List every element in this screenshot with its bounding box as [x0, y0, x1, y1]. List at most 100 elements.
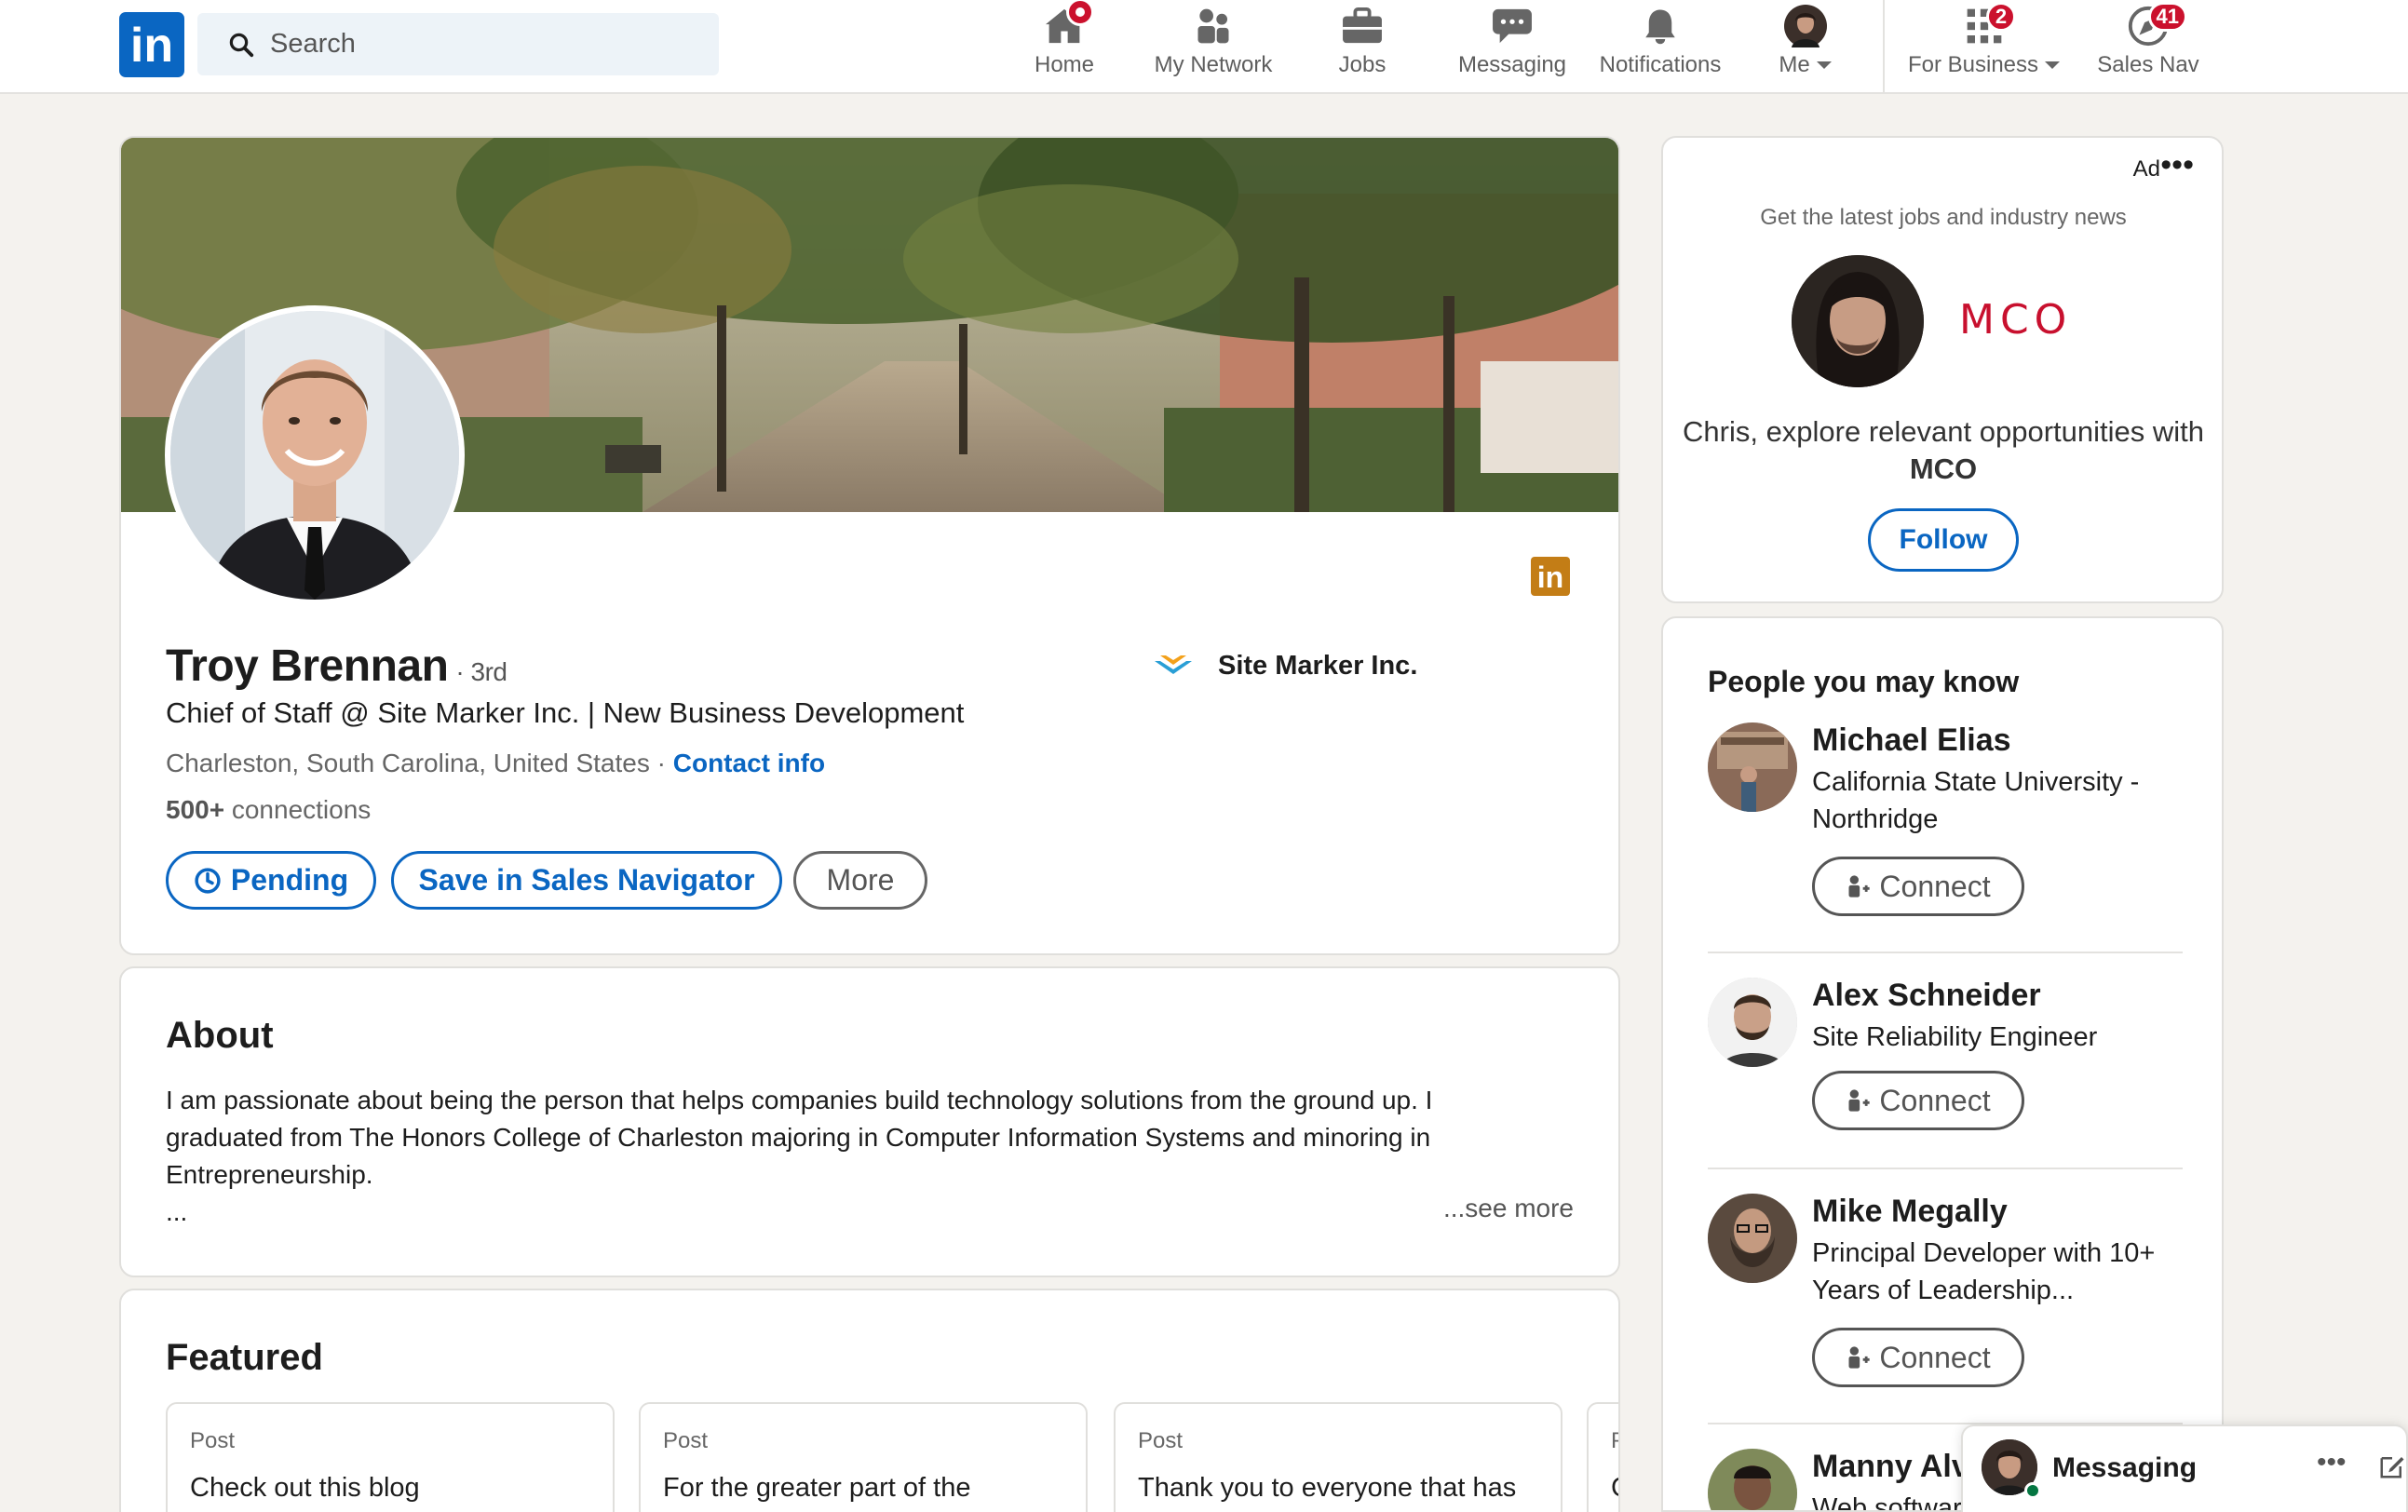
pending-button[interactable]: Pending [166, 851, 376, 910]
add-person-icon [1848, 1089, 1871, 1112]
separator [1708, 1168, 2183, 1169]
profile-headline: Chief of Staff @ Site Marker Inc. | New … [166, 696, 965, 729]
avatar [1781, 4, 1830, 48]
chevron-down-icon [2045, 61, 2061, 69]
about-text: I am passionate about being the person t… [166, 1082, 1544, 1231]
nav-label: For Business [1907, 52, 2039, 77]
ad-user-avatar [1792, 255, 1924, 387]
person-avatar[interactable] [1708, 722, 1797, 812]
person-name[interactable]: Alex Schneider [1812, 978, 2041, 1014]
nav-label: Messaging [1457, 52, 1567, 77]
profile-location: Charleston, South Carolina, United State… [166, 749, 650, 777]
post-text: Check out this blog [190, 1473, 420, 1503]
profile-location-row: Charleston, South Carolina, United State… [166, 749, 825, 778]
featured-post[interactable]: P C [1587, 1402, 1618, 1512]
person-title: California State University - Northridge [1812, 767, 2140, 834]
connect-button[interactable]: Connect [1812, 1071, 2024, 1130]
pending-label: Pending [230, 863, 349, 897]
post-text: For the greater part of the [663, 1473, 971, 1503]
person-suggestion: Michael Elias California State Universit… [1708, 722, 2183, 927]
person-title: Site Reliability Engineer [1812, 1022, 2098, 1052]
company-name: Site Marker Inc. [1218, 650, 1418, 681]
notification-dot [1066, 0, 1094, 26]
people-you-may-know-card: People you may know Michael Elias Califo… [1661, 616, 2224, 1512]
current-company[interactable]: Site Marker Inc. [1153, 650, 1417, 682]
follow-button[interactable]: Follow [1868, 508, 2019, 572]
featured-card: Featured Post Check out this blog Post F… [119, 1289, 1620, 1512]
person-title: Principal Developer with 10+ Years of Le… [1812, 1238, 2156, 1305]
separator [1708, 952, 2183, 953]
connect-label: Connect [1879, 1340, 1991, 1374]
ad-subtitle: Get the latest jobs and industry news [1760, 205, 2127, 230]
nav-label: Sales Nav [2097, 52, 2199, 77]
ad-label: Ad [2132, 156, 2160, 182]
search-input[interactable] [270, 29, 698, 60]
nav-messaging[interactable]: Messaging [1449, 4, 1576, 89]
compose-message-icon[interactable] [2378, 1452, 2406, 1480]
person-avatar[interactable] [1708, 1449, 1797, 1510]
ad-message-brand: MCO [1909, 452, 1978, 485]
more-button[interactable]: More [793, 851, 927, 910]
see-more-link[interactable]: ...see more [1443, 1194, 1574, 1223]
connect-button[interactable]: Connect [1812, 1328, 2024, 1387]
about-ellipsis: ... [166, 1197, 188, 1226]
search-bar[interactable] [197, 13, 719, 75]
add-person-icon [1848, 875, 1871, 898]
messaging-options-icon[interactable]: ••• [2317, 1447, 2347, 1478]
nav-jobs[interactable]: Jobs [1324, 4, 1400, 89]
contact-info-link[interactable]: Contact info [673, 749, 825, 777]
online-status-dot [2024, 1482, 2041, 1499]
connections-count[interactable]: 500+ connections [166, 795, 371, 825]
linkedin-premium-badge: in [1531, 557, 1570, 596]
linkedin-logo[interactable]: in [119, 12, 184, 77]
nav-sales-nav[interactable]: 41 Sales Nav [2091, 2, 2205, 89]
connections-label: connections [224, 795, 372, 824]
about-body: I am passionate about being the person t… [166, 1086, 1433, 1189]
ad-brand-logo: MCO [1959, 296, 2073, 344]
post-type: Post [190, 1428, 236, 1453]
pymk-title: People you may know [1708, 665, 2020, 698]
messaging-bar[interactable]: Messaging ••• [1961, 1424, 2408, 1512]
nav-label: Me [1779, 52, 1810, 77]
person-suggestion: Alex Schneider Site Reliability Engineer… [1708, 978, 2183, 1136]
chevron-down-icon [1816, 61, 1832, 69]
post-type: P [1611, 1428, 1618, 1454]
connection-degree: · 3rd [455, 657, 507, 686]
post-text: C [1611, 1473, 1618, 1504]
messaging-label: Messaging [2052, 1452, 2198, 1483]
post-text: Thank you to everyone that has [1138, 1473, 1517, 1503]
featured-post[interactable]: Post Thank you to everyone that has [1114, 1402, 1562, 1512]
featured-title: Featured [166, 1337, 323, 1378]
connect-label: Connect [1879, 1083, 1991, 1117]
grid-icon: 2 [1960, 2, 2016, 48]
search-icon [229, 33, 254, 57]
featured-post[interactable]: Post Check out this blog [166, 1402, 615, 1512]
ad-message-text: Chris, explore relevant opportunities wi… [1683, 415, 2204, 448]
profile-name: Troy Brennan · 3rd [166, 641, 507, 692]
person-name[interactable]: Mike Megally [1812, 1194, 2008, 1230]
connect-button[interactable]: Connect [1812, 857, 2024, 916]
post-type: Post [663, 1428, 709, 1453]
people-icon [1189, 4, 1238, 48]
nav-notifications[interactable]: Notifications [1590, 4, 1730, 89]
ad-message: Chris, explore relevant opportunities wi… [1682, 413, 2205, 488]
connect-label: Connect [1879, 869, 1991, 903]
nav-my-network[interactable]: My Network [1145, 4, 1281, 89]
person-avatar[interactable] [1708, 978, 1797, 1067]
profile-name-text: Troy Brennan [166, 641, 449, 691]
clock-icon [195, 867, 221, 894]
profile-card: in Troy Brennan · 3rd Chief of Staff @ Si… [119, 136, 1620, 955]
person-name[interactable]: Michael Elias [1812, 722, 2011, 759]
nav-me[interactable]: Me [1773, 4, 1838, 89]
nav-label: Notifications [1599, 52, 1722, 77]
ad-options-icon[interactable]: ••• [2160, 147, 2194, 183]
featured-post[interactable]: Post For the greater part of the [639, 1402, 1088, 1512]
about-card: About I am passionate about being the pe… [119, 966, 1620, 1277]
profile-photo[interactable] [165, 305, 465, 605]
nav-label: Home [1034, 52, 1095, 77]
save-in-sales-navigator-button[interactable]: Save in Sales Navigator [391, 851, 782, 910]
person-avatar[interactable] [1708, 1194, 1797, 1283]
nav-for-business[interactable]: 2 For Business [1901, 2, 2067, 89]
location-separator: · [649, 749, 673, 777]
nav-home[interactable]: Home [1024, 0, 1104, 89]
